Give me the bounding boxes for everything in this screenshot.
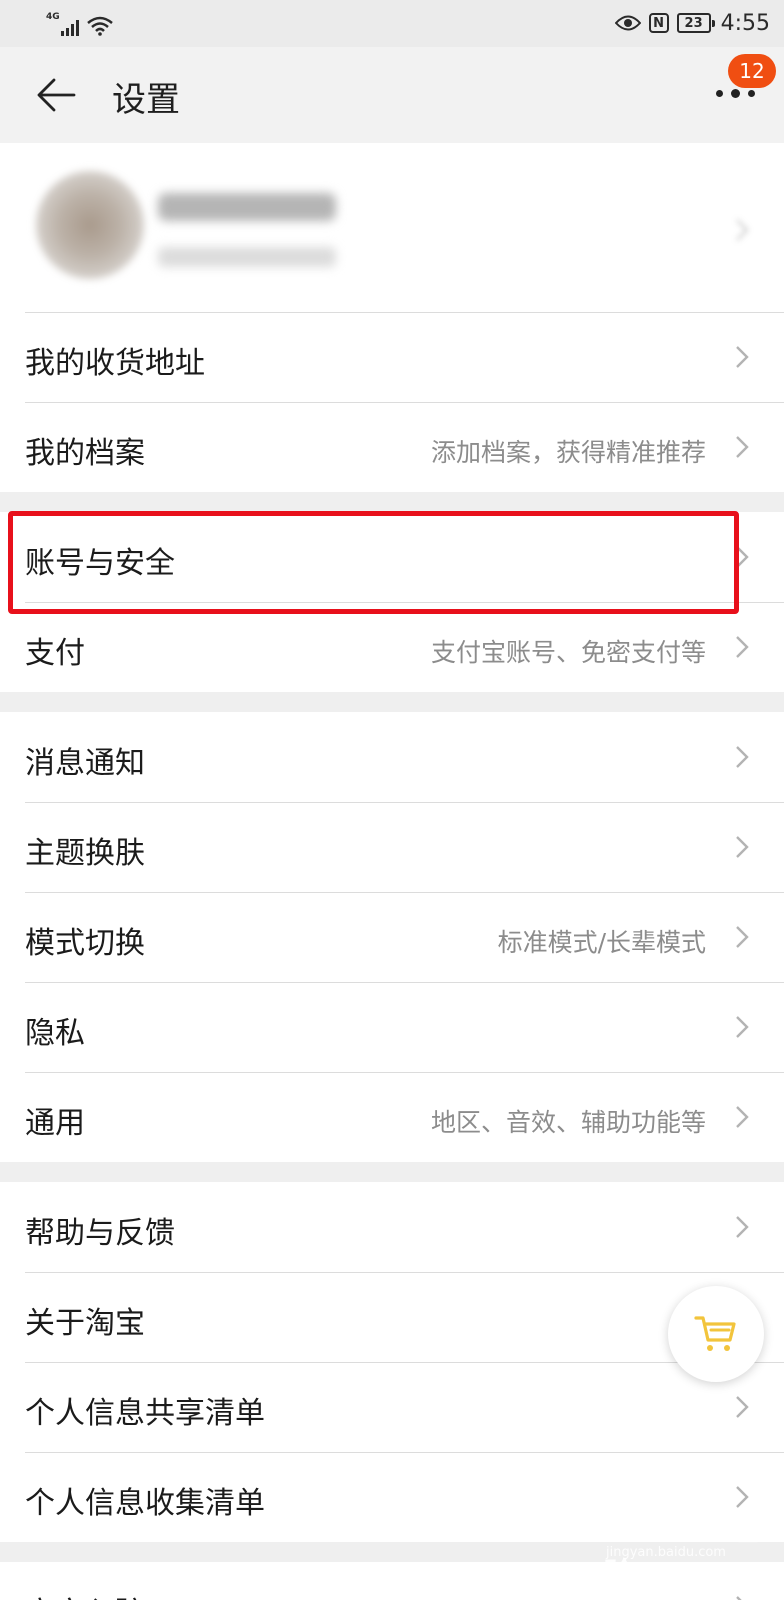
row-about-taobao[interactable]: 关于淘宝 — [0, 1272, 784, 1362]
chevron-right-icon — [736, 746, 749, 768]
row-notifications[interactable]: 消息通知 — [0, 712, 784, 802]
signal-icon — [60, 18, 79, 36]
chevron-right-icon — [736, 1106, 749, 1128]
page-title: 设置 — [112, 80, 180, 120]
chevron-right-icon — [736, 1396, 749, 1418]
status-right: N 23 4:55 — [614, 8, 770, 38]
row-label: 通用 — [25, 1106, 85, 1141]
settings-group-4: 帮助与反馈 关于淘宝 个人信息共享清单 个人信息收集清单 — [0, 1182, 784, 1542]
settings-group-1: 我的收货地址 我的档案 添加档案，获得精准推荐 — [0, 312, 784, 492]
profile-section[interactable]: ████████ ████████ — [0, 143, 784, 313]
watermark: Bai du 经验 jingyan.baidu.com — [604, 1505, 774, 1592]
nav-bar: 设置 — [0, 47, 784, 143]
row-label: 支付 — [25, 636, 85, 671]
profile-card[interactable]: ████████ ████████ — [0, 143, 784, 313]
watermark-url: jingyan.baidu.com — [606, 1545, 726, 1560]
cart-button[interactable] — [668, 1286, 764, 1382]
row-hint: 标准模式/长辈模式 — [497, 928, 706, 957]
row-hint: 支付宝账号、免密支付等 — [430, 638, 706, 667]
row-label: 关于淘宝 — [25, 1306, 145, 1341]
more-dots-icon — [716, 89, 755, 98]
wifi-icon — [86, 16, 113, 36]
network-type: 4G — [46, 12, 60, 22]
clock: 4:55 — [720, 10, 770, 36]
chevron-right-icon — [736, 436, 749, 458]
profile-name: ████████ — [158, 193, 336, 221]
row-hint: 地区、音效、辅助功能等 — [430, 1108, 706, 1137]
status-bar: 4G N 23 4:55 — [0, 0, 784, 47]
row-label: 我的档案 — [25, 436, 145, 471]
cart-icon — [694, 1316, 736, 1351]
chevron-right-icon — [736, 219, 749, 241]
highlight-box — [8, 511, 739, 614]
row-payment[interactable]: 支付 支付宝账号、免密支付等 — [0, 602, 784, 692]
row-help-feedback[interactable]: 帮助与反馈 — [0, 1182, 784, 1272]
chevron-right-icon — [736, 346, 749, 368]
settings-group-3: 消息通知 主题换肤 模式切换 标准模式/长辈模式 隐私 通用 地区、音效、辅助功… — [0, 712, 784, 1162]
row-label: 隐私 — [25, 1016, 85, 1051]
row-my-profile[interactable]: 我的档案 添加档案，获得精准推荐 — [0, 402, 784, 492]
row-label: 商家入驻 — [25, 1588, 145, 1600]
nfc-icon: N — [648, 13, 669, 33]
row-mode-switch[interactable]: 模式切换 标准模式/长辈模式 — [0, 892, 784, 982]
row-label: 我的收货地址 — [25, 346, 205, 381]
battery-level: 23 — [684, 15, 703, 31]
row-label: 消息通知 — [25, 746, 145, 781]
row-hint: 添加档案，获得精准推荐 — [430, 438, 706, 467]
row-shipping-address[interactable]: 我的收货地址 — [0, 312, 784, 402]
battery-icon: 23 — [676, 13, 715, 33]
row-label: 个人信息共享清单 — [25, 1396, 265, 1431]
avatar — [36, 171, 144, 279]
profile-subtitle: ████████ — [158, 247, 336, 267]
row-label: 主题换肤 — [25, 836, 145, 871]
chevron-right-icon — [736, 926, 749, 948]
chevron-right-icon — [736, 1016, 749, 1038]
chevron-right-icon — [736, 1216, 749, 1238]
chevron-right-icon — [736, 1596, 742, 1600]
row-theme[interactable]: 主题换肤 — [0, 802, 784, 892]
back-arrow-icon[interactable] — [36, 77, 76, 113]
row-privacy[interactable]: 隐私 — [0, 982, 784, 1072]
row-general[interactable]: 通用 地区、音效、辅助功能等 — [0, 1072, 784, 1162]
chevron-right-icon — [736, 836, 749, 858]
row-info-sharing-list[interactable]: 个人信息共享清单 — [0, 1362, 784, 1452]
row-label: 帮助与反馈 — [25, 1216, 175, 1251]
row-label: 模式切换 — [25, 926, 145, 961]
status-left: 4G — [46, 10, 113, 36]
eye-icon — [614, 15, 641, 31]
chevron-right-icon — [736, 636, 749, 658]
notification-badge: 12 — [728, 54, 776, 88]
row-label: 个人信息收集清单 — [25, 1486, 265, 1521]
